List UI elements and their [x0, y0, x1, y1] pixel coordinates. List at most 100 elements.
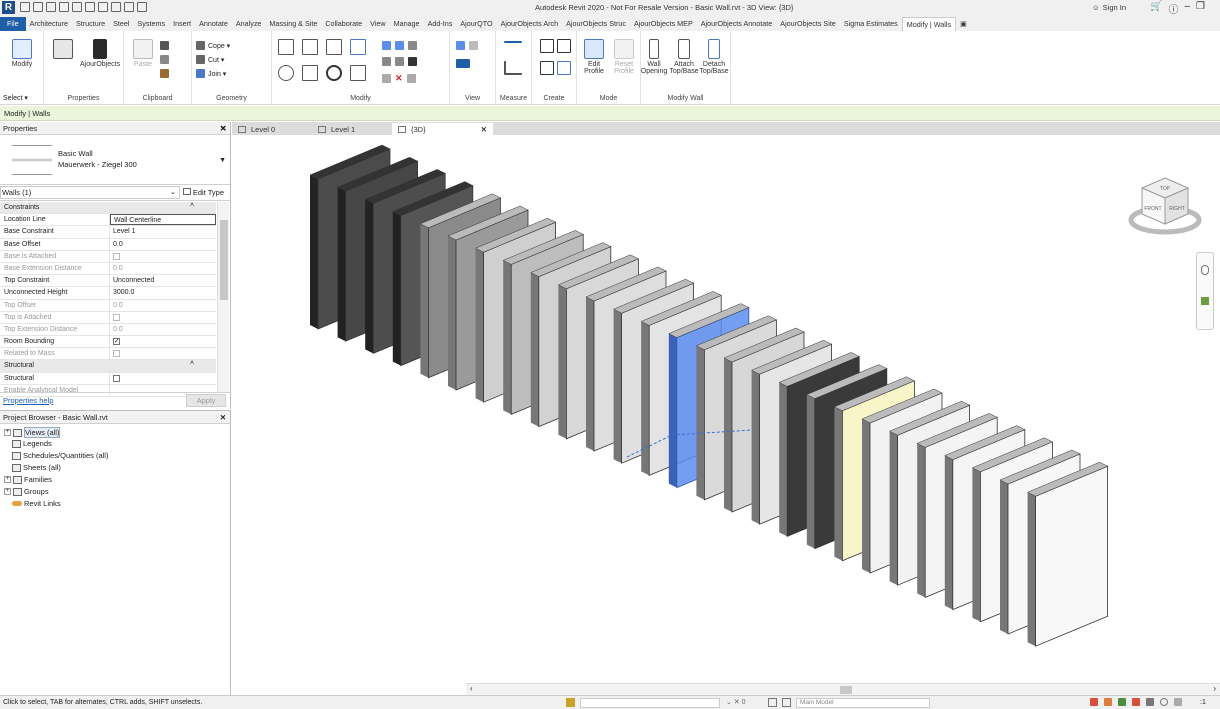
chevron-down-icon[interactable]: ▼: [219, 157, 226, 164]
copy-icon[interactable]: [160, 55, 169, 64]
cut-button[interactable]: Cut ▾: [196, 55, 224, 64]
edit-profile-button[interactable]: Edit Profile: [579, 39, 609, 75]
close-icon[interactable]: ✕: [220, 413, 226, 422]
ribbon-tab[interactable]: Insert: [169, 17, 195, 31]
ribbon-tab[interactable]: AjourObjects Annotate: [697, 17, 777, 31]
ribbon-tab[interactable]: Annotate: [195, 17, 232, 31]
match-properties-icon[interactable]: [160, 69, 169, 78]
exclude-options-icon[interactable]: [782, 698, 791, 707]
viewcube[interactable]: TOP FRONT RIGHT: [1120, 168, 1210, 248]
ribbon-tab[interactable]: File: [0, 17, 26, 31]
ribbon-tab[interactable]: Manage: [390, 17, 424, 31]
properties-scrollbar[interactable]: [217, 202, 229, 392]
wall-side[interactable]: [834, 406, 843, 561]
reset-profile-button[interactable]: Reset Profile: [609, 39, 639, 75]
ribbon-tab[interactable]: AjourObjects Struc: [562, 17, 630, 31]
create-similar-icon[interactable]: [557, 61, 571, 75]
text-icon[interactable]: [98, 2, 108, 12]
property-value[interactable]: Wall Centerline: [110, 214, 216, 226]
join-button[interactable]: Join ▾: [196, 69, 226, 78]
attach-button[interactable]: Attach Top/Base: [669, 39, 699, 75]
wall-side[interactable]: [889, 431, 898, 586]
print-icon[interactable]: [72, 2, 82, 12]
wall-side[interactable]: [862, 419, 870, 573]
align-small-icon[interactable]: [382, 74, 391, 83]
checkbox[interactable]: [113, 374, 120, 382]
close-icon[interactable]: ✕: [481, 125, 487, 134]
3d-view-icon[interactable]: [111, 2, 121, 12]
view-tab[interactable]: Level 1: [312, 123, 392, 135]
ribbon-tab[interactable]: Structure: [72, 17, 109, 31]
wall-side[interactable]: [392, 211, 401, 366]
wall-side[interactable]: [586, 297, 594, 451]
select-dropdown[interactable]: Select ▾: [3, 94, 28, 102]
mirror-draw-icon[interactable]: [350, 39, 366, 55]
copy-element-icon[interactable]: [302, 65, 318, 81]
3d-viewport[interactable]: [232, 135, 1220, 683]
ribbon-tab[interactable]: Collaborate: [321, 17, 366, 31]
tree-revit-links[interactable]: Revit Links: [12, 499, 61, 508]
create-parts-icon[interactable]: [557, 39, 571, 53]
wall-side[interactable]: [972, 467, 981, 622]
close-hidden-icon[interactable]: [137, 2, 147, 12]
split-gap-icon[interactable]: [395, 41, 404, 50]
ribbon-tab[interactable]: AjourObjects Site: [776, 17, 840, 31]
ribbon-tab[interactable]: View: [366, 17, 389, 31]
ribbon-tab[interactable]: AjourQTO: [456, 17, 496, 31]
scroll-thumb[interactable]: [840, 686, 852, 694]
wall-side[interactable]: [337, 187, 346, 342]
zoom-icon[interactable]: [1201, 297, 1209, 305]
wall-side[interactable]: [917, 443, 926, 598]
collapse-icon[interactable]: ˄: [190, 360, 194, 371]
mirror-axis-icon[interactable]: [326, 39, 342, 55]
steering-wheel-icon[interactable]: [1201, 265, 1209, 275]
save-icon[interactable]: [33, 2, 43, 12]
cart-icon[interactable]: 🛒: [1150, 1, 1162, 16]
wall-side[interactable]: [944, 455, 953, 610]
apply-button[interactable]: Apply: [186, 394, 226, 407]
chevron-left-icon[interactable]: ‹: [470, 684, 473, 693]
edit-type-button[interactable]: Edit Type: [182, 188, 224, 197]
ajourobjects-button[interactable]: AjourObjects: [80, 39, 120, 68]
minimize-icon[interactable]: –: [1184, 1, 1190, 16]
modify-button[interactable]: Modify: [7, 39, 37, 68]
sign-in[interactable]: ☺ Sign In: [1092, 3, 1126, 12]
paint-icon[interactable]: [406, 74, 416, 83]
property-value[interactable]: Unconnected: [110, 275, 216, 286]
wall-side[interactable]: [475, 248, 484, 403]
select-links-icon[interactable]: [1090, 698, 1098, 706]
wall-side[interactable]: [1027, 492, 1036, 647]
design-option-dropdown[interactable]: Main Model: [796, 698, 930, 708]
design-options-icon[interactable]: [768, 698, 777, 707]
ribbon-tab[interactable]: Systems: [134, 17, 170, 31]
select-underlay-icon[interactable]: [1104, 698, 1112, 706]
help-icon[interactable]: ⓘ: [1168, 1, 1178, 16]
wall-side[interactable]: [613, 309, 622, 464]
wall-side[interactable]: [779, 382, 788, 537]
tree-schedules[interactable]: Schedules/Quantities (all): [12, 451, 108, 460]
wall-opening-button[interactable]: Wall Opening: [639, 39, 669, 75]
ribbon-minimize-icon[interactable]: ▣: [956, 17, 971, 31]
wall-side[interactable]: [448, 236, 456, 390]
unpin-icon[interactable]: [408, 57, 417, 66]
wall-side[interactable]: [558, 284, 567, 439]
tree-views[interactable]: + Views (all): [4, 427, 61, 438]
restore-icon[interactable]: ❐: [1196, 1, 1205, 16]
editable-only-icon[interactable]: ⌄ ✕ 0: [726, 698, 746, 706]
measure-icon[interactable]: [85, 2, 95, 12]
delete-icon[interactable]: ✕: [395, 73, 403, 84]
linework-icon[interactable]: [469, 41, 478, 50]
create-group-icon[interactable]: [540, 61, 554, 75]
wall-side[interactable]: [310, 175, 318, 329]
array-icon[interactable]: [382, 57, 391, 66]
drag-elements-icon[interactable]: [1146, 698, 1154, 706]
ribbon-tab[interactable]: Steel: [109, 17, 133, 31]
type-properties-button[interactable]: [48, 39, 78, 61]
collapse-icon[interactable]: ˄: [190, 202, 194, 213]
properties-help-link[interactable]: Properties help: [3, 396, 53, 405]
close-icon[interactable]: ✕: [220, 124, 227, 133]
worksets-icon[interactable]: [566, 698, 575, 707]
chevron-right-icon[interactable]: ›: [1213, 684, 1216, 693]
property-value[interactable]: 3000.0: [110, 287, 216, 298]
scroll-thumb[interactable]: [220, 220, 228, 300]
